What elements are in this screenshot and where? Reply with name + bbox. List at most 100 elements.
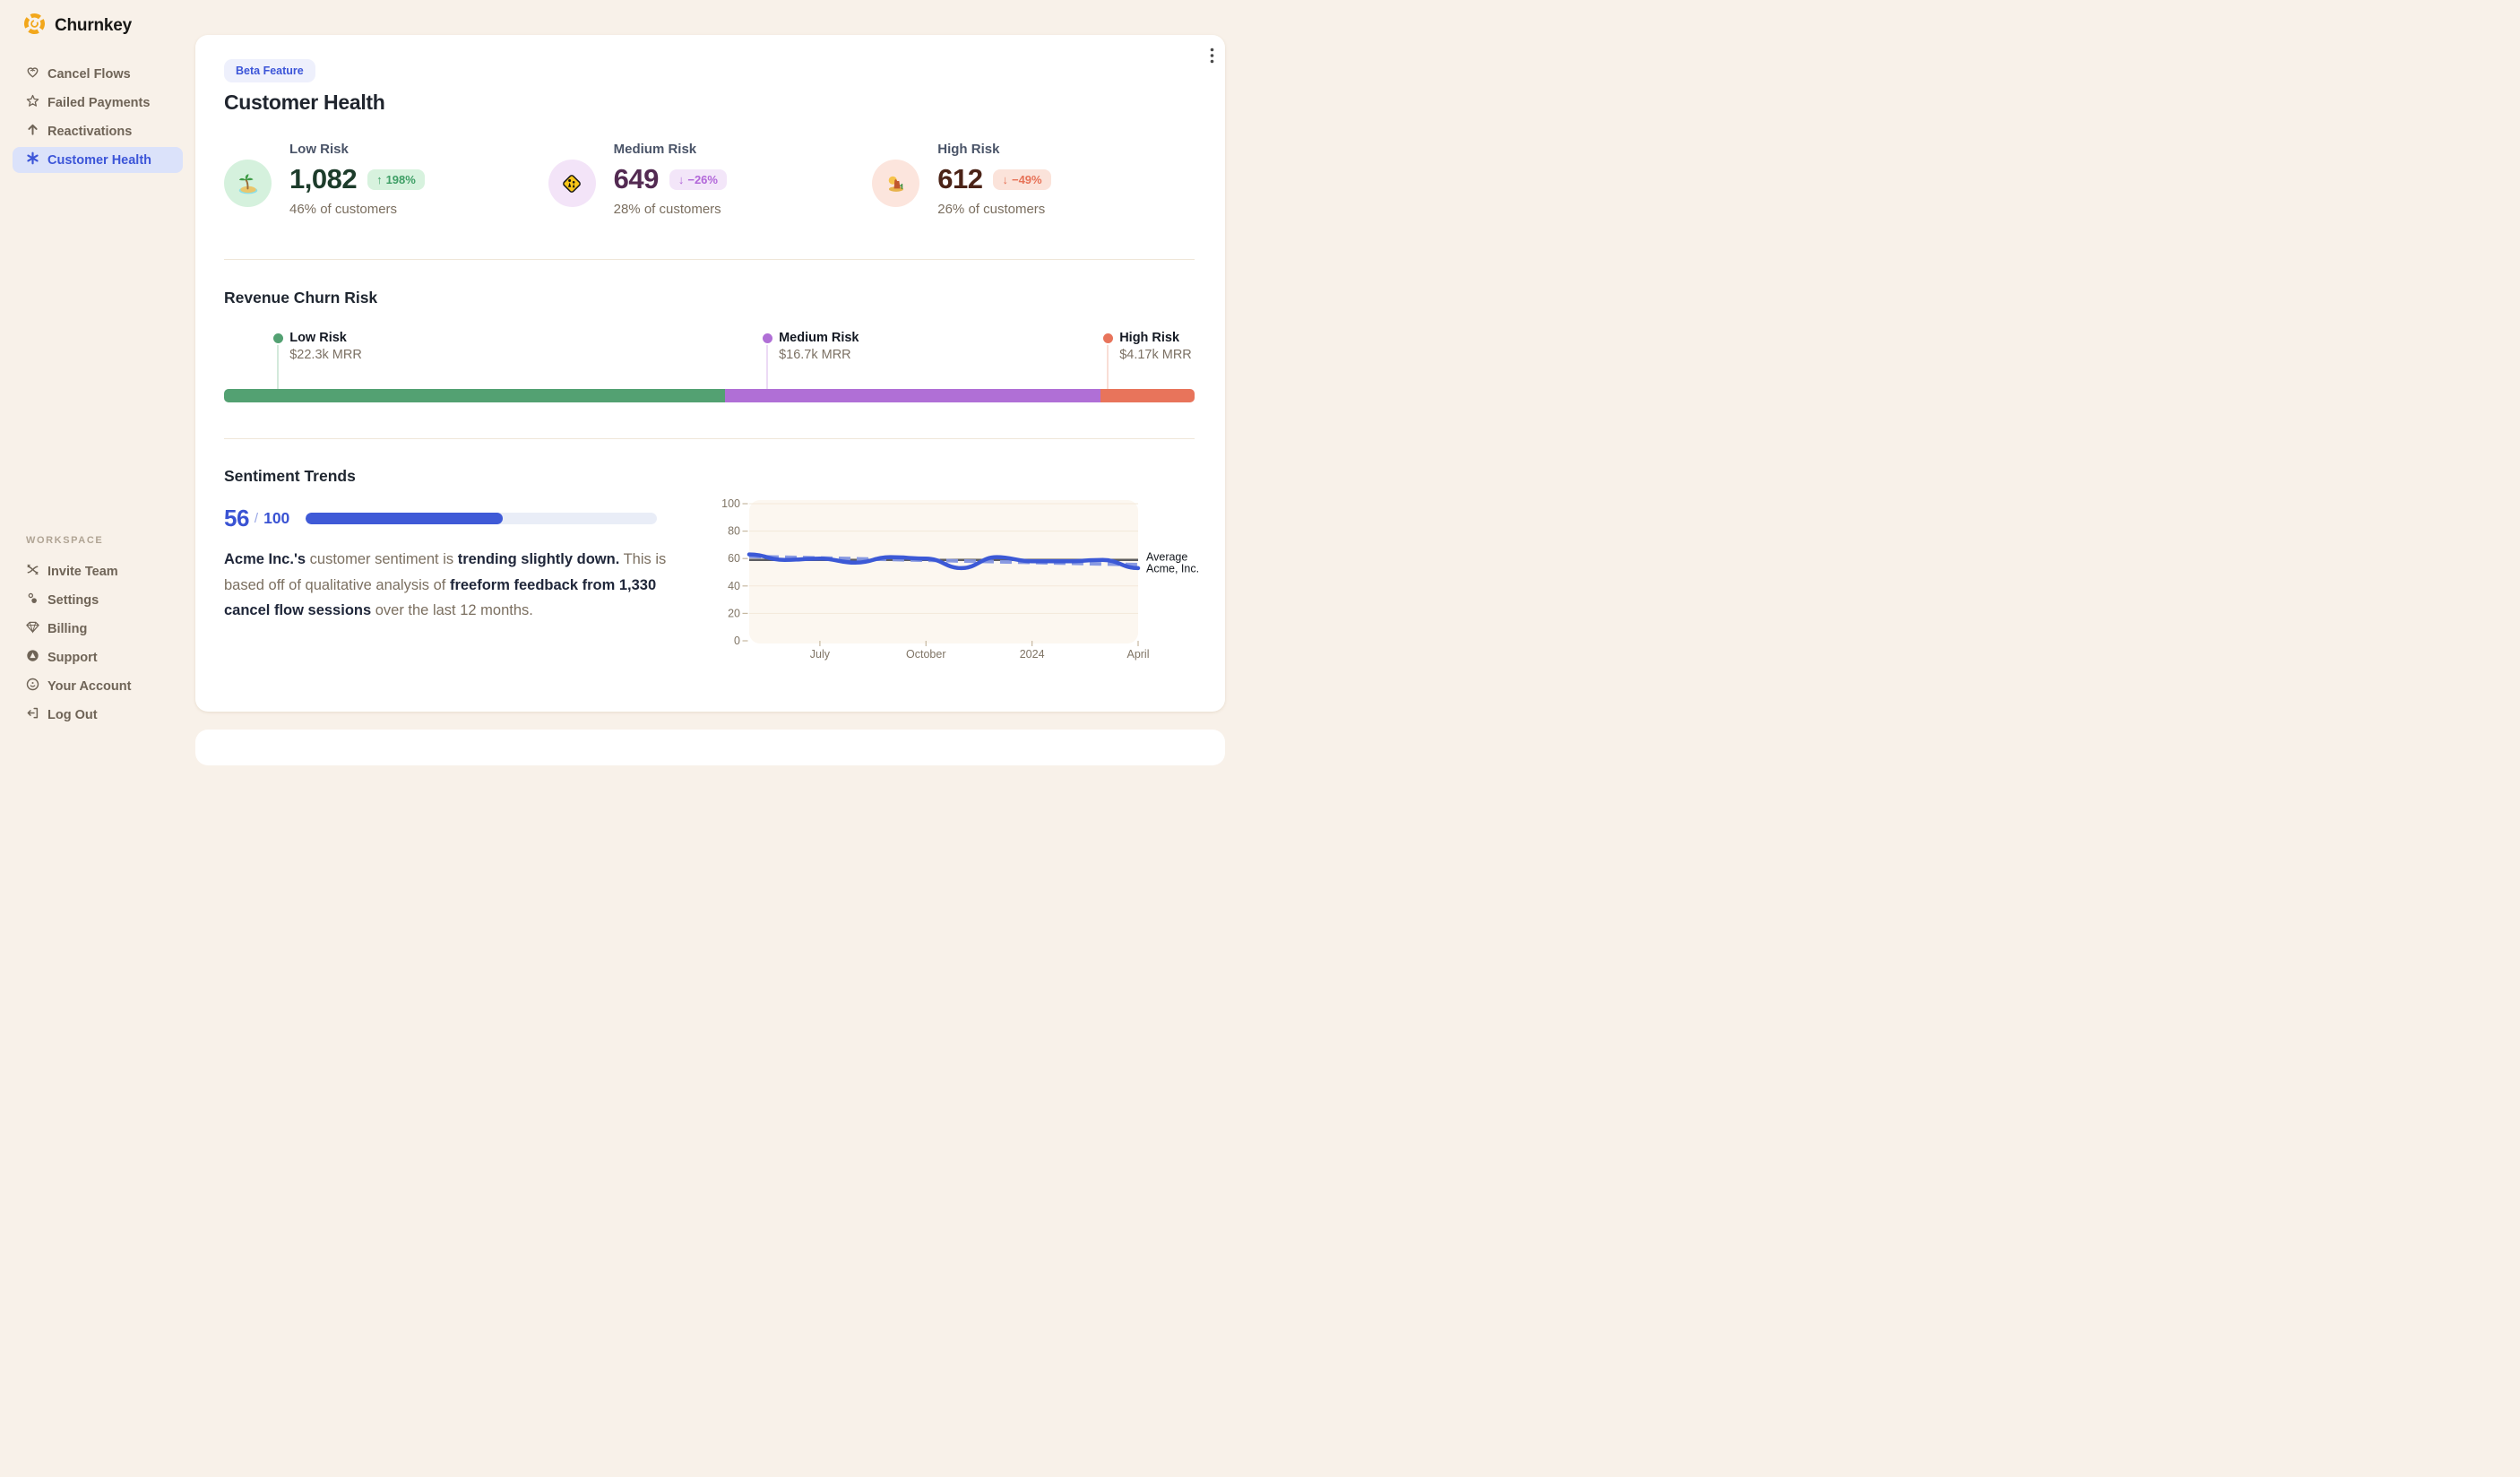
score-value: 56 [224,504,249,531]
sidebar-item-label: Reactivations [47,124,133,139]
app-window: Churnkey Cancel Flows Failed Payments Re… [0,0,1260,765]
stat-label: Medium Risk [613,142,697,157]
summary-bold: trending slightly down. [457,551,620,567]
sentiment-trends-title: Sentiment Trends [224,467,356,485]
sidebar-item-failed-payments[interactable]: Failed Payments [13,90,183,116]
summary-bold: Acme Inc.'s [224,551,306,567]
score-slash: / [254,510,259,526]
legend-mrr: $22.3k MRR [289,348,362,362]
svg-text:80: 80 [728,525,740,538]
lifebuoy-icon [26,649,39,666]
legend-mrr: $16.7k MRR [779,348,851,362]
divider [224,438,1195,439]
sidebar-item-log-out[interactable]: Log Out [13,702,183,728]
legend-dot [1103,333,1114,343]
revenue-churn-title: Revenue Churn Risk [224,289,378,307]
brand-name: Churnkey [55,16,133,35]
star-icon [26,94,39,111]
sentiment-summary: Acme Inc.'s customer sentiment is trendi… [224,547,677,624]
sentiment-progress-bar [306,512,657,524]
children-crossing-icon [548,160,596,207]
arrow-down-icon: ↓ [677,172,685,186]
stat-delta-badge: ↓ −49% [993,168,1051,190]
connector-line [277,345,280,389]
stat-medium-risk: Medium Risk 649 ↓ −26% 28% of customers [548,142,873,217]
asterisk-icon [26,151,39,168]
stacked-bar[interactable] [224,389,1195,402]
revenue-churn-chart: Low Risk $22.3k MRR Medium Risk $16.7k M… [224,324,1195,424]
svg-text:100: 100 [721,497,740,510]
island-icon [224,160,272,207]
sentiment-score: 56 / 100 [224,505,657,531]
sidebar-item-cancel-flows[interactable]: Cancel Flows [13,61,183,87]
sentiment-progress-fill [306,512,503,524]
sidebar-item-label: Cancel Flows [47,66,131,82]
heart-icon [26,65,39,82]
stat-delta: −26% [687,172,718,186]
svg-text:April: April [1126,648,1149,661]
svg-text:40: 40 [728,580,740,592]
kebab-menu-icon[interactable] [1210,48,1214,68]
bar-segment-medium [724,389,1100,402]
divider [224,259,1195,260]
account-icon [26,678,39,695]
sidebar-item-label: Log Out [47,707,98,722]
connector-line [766,345,769,389]
svg-text:Acme, Inc.: Acme, Inc. [1146,563,1199,575]
sidebar-item-support[interactable]: Support [13,644,183,670]
sidebar-item-label: Support [47,650,98,665]
legend-dot [763,333,773,343]
svg-text:20: 20 [728,607,740,619]
bar-segment-high [1100,389,1195,402]
arrow-down-icon: ↓ [1002,172,1008,186]
legend-dot [273,333,284,343]
summary-text: over the last 12 months. [371,602,533,618]
stat-low-risk: Low Risk 1,082 ↑ 198% 46% of customers [224,142,548,217]
sidebar-item-customer-health[interactable]: Customer Health [13,147,183,173]
svg-text:0: 0 [734,635,740,647]
legend-mrr: $4.17k MRR [1119,348,1192,362]
sidebar: Churnkey Cancel Flows Failed Payments Re… [0,0,195,738]
svg-text:2024: 2024 [1020,648,1045,661]
sidebar-item-label: Billing [47,621,88,636]
workspace-section: WORKSPACE Invite Team Settings Billing S… [13,535,183,728]
stat-high-risk: High Risk 612 ↓ −49% 26% of customers [872,142,1196,217]
score-max: 100 [263,508,290,527]
churnkey-logo-icon [22,12,47,40]
connector-line [1107,345,1109,389]
sidebar-item-label: Settings [47,592,99,608]
svg-text:October: October [906,648,945,661]
stat-delta-badge: ↓ −26% [669,168,727,190]
stat-percent: 26% of customers [937,202,1046,217]
next-card [195,730,1225,765]
page-title: Customer Health [224,91,385,114]
stat-label: Low Risk [289,142,349,157]
stat-value: 1,082 [289,163,358,194]
main-nav: Cancel Flows Failed Payments Reactivatio… [13,61,183,173]
summary-text: customer sentiment is [306,551,458,567]
svg-text:July: July [810,648,831,661]
sidebar-item-your-account[interactable]: Your Account [13,673,183,699]
legend-label: Low Risk [289,331,347,345]
bar-segment-low [224,389,725,402]
sidebar-item-settings[interactable]: Settings [13,587,183,613]
sidebar-item-billing[interactable]: Billing [13,616,183,642]
arrow-up-icon: ↑ [376,172,383,186]
workspace-label: WORKSPACE [26,535,104,546]
beta-feature-badge: Beta Feature [224,59,315,82]
sidebar-item-reactivations[interactable]: Reactivations [13,118,183,144]
legend-label: Medium Risk [779,331,859,345]
sidebar-item-label: Invite Team [47,564,118,579]
svg-text:Average: Average [1146,551,1187,564]
logout-icon [26,706,39,723]
svg-text:60: 60 [728,552,740,565]
sentiment-line-chart: 0 20 40 60 80 100 July October 2024 April Average A… [717,497,1205,673]
arrow-up-icon [26,123,39,140]
desert-icon [872,160,920,207]
sidebar-item-label: Failed Payments [47,95,151,110]
risk-stats-row: Low Risk 1,082 ↑ 198% 46% of customers M… [224,142,1196,217]
sidebar-item-label: Your Account [47,678,132,694]
sidebar-item-invite-team[interactable]: Invite Team [13,558,183,584]
stat-label: High Risk [937,142,1000,157]
stat-percent: 46% of customers [289,202,398,217]
